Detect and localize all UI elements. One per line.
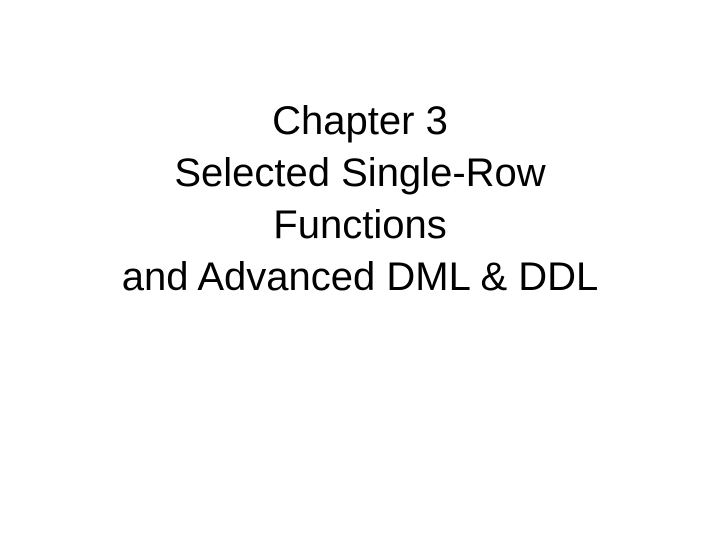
title-line-3: Functions (122, 199, 599, 251)
title-line-4: and Advanced DML & DDL (122, 251, 599, 303)
title-line-2: Selected Single-Row (122, 147, 599, 199)
slide-title: Chapter 3 Selected Single-Row Functions … (122, 95, 599, 303)
title-line-1: Chapter 3 (122, 95, 599, 147)
